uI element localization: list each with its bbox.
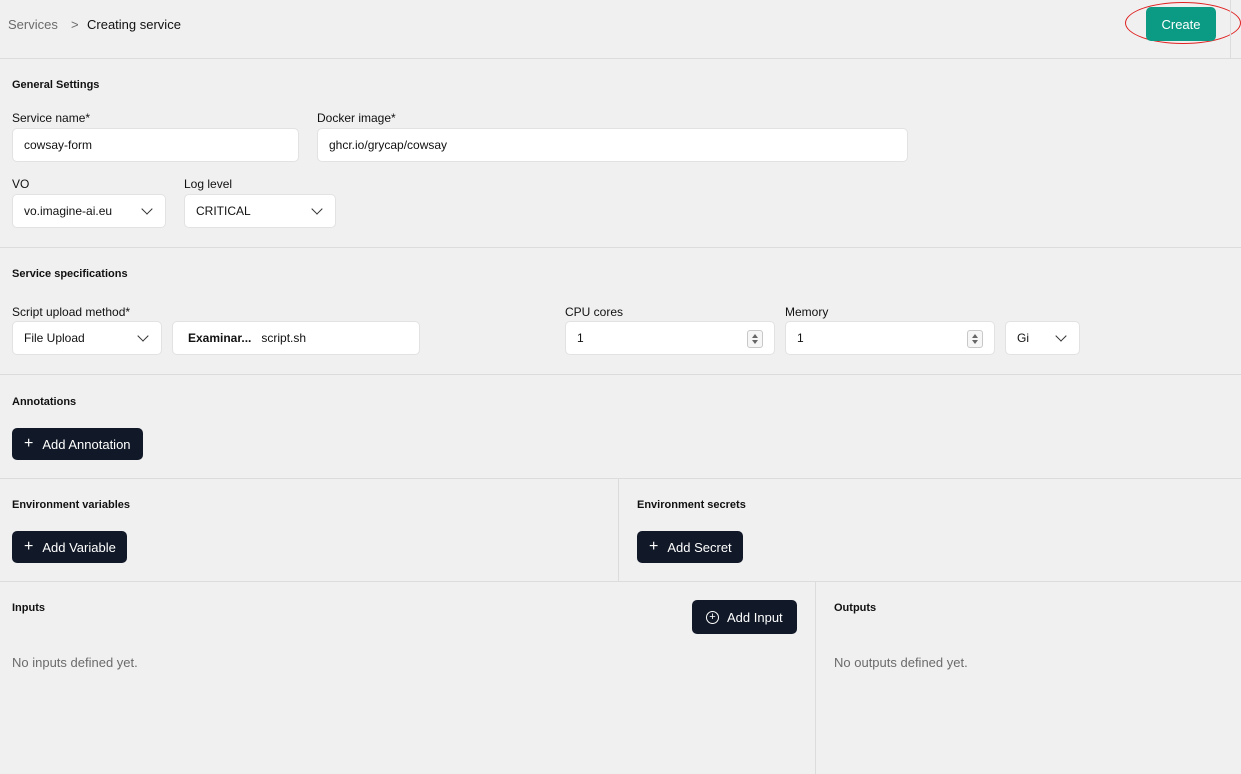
- env-secrets-title: Environment secrets: [637, 499, 746, 511]
- add-input-label: Add Input: [727, 609, 783, 625]
- cpu-cores-value: 1: [577, 331, 584, 345]
- general-settings-title: General Settings: [12, 79, 100, 91]
- plus-icon: +: [24, 435, 34, 452]
- docker-image-input[interactable]: ghcr.io/grycap/cowsay: [317, 128, 908, 162]
- section-divider: [0, 374, 1241, 375]
- add-annotation-label: Add Annotation: [42, 436, 131, 452]
- vo-value: vo.imagine-ai.eu: [24, 204, 113, 218]
- script-method-value: File Upload: [24, 331, 85, 345]
- plus-icon: +: [649, 538, 659, 555]
- env-divider: [618, 479, 619, 581]
- cpu-cores-label: CPU cores: [565, 305, 624, 319]
- inputs-title: Inputs: [12, 602, 45, 614]
- inputs-empty-text: No inputs defined yet.: [12, 655, 138, 670]
- plus-circle-icon: +: [706, 610, 719, 624]
- service-name-input[interactable]: cowsay-form: [12, 128, 299, 162]
- vo-label: VO: [12, 177, 30, 191]
- script-method-select[interactable]: File Upload: [12, 321, 162, 355]
- breadcrumb-services-link[interactable]: Services: [8, 17, 58, 32]
- chevron-down-icon: [1055, 330, 1067, 342]
- plus-icon: +: [24, 538, 34, 555]
- outputs-title: Outputs: [834, 602, 877, 614]
- breadcrumb-separator: >: [71, 17, 79, 32]
- add-annotation-button[interactable]: + Add Annotation: [12, 428, 143, 460]
- file-upload-input[interactable]: Examinar... script.sh: [172, 321, 420, 355]
- outputs-empty-text: No outputs defined yet.: [834, 655, 968, 670]
- file-name: script.sh: [261, 331, 307, 345]
- chevron-down-icon: [141, 203, 153, 215]
- cpu-cores-input[interactable]: 1: [565, 321, 775, 355]
- vo-select[interactable]: vo.imagine-ai.eu: [12, 194, 166, 228]
- memory-input[interactable]: 1: [785, 321, 995, 355]
- docker-image-value: ghcr.io/grycap/cowsay: [329, 138, 448, 152]
- add-secret-label: Add Secret: [667, 539, 732, 555]
- memory-unit-select[interactable]: Gi: [1005, 321, 1080, 355]
- create-button[interactable]: Create: [1146, 7, 1216, 41]
- log-level-select[interactable]: CRITICAL: [184, 194, 336, 228]
- browse-button[interactable]: Examinar...: [188, 331, 251, 345]
- section-divider: [0, 247, 1241, 248]
- memory-stepper-icon[interactable]: [967, 330, 983, 348]
- log-level-label: Log level: [184, 177, 233, 191]
- add-secret-button[interactable]: + Add Secret: [637, 531, 743, 563]
- service-name-value: cowsay-form: [24, 138, 93, 152]
- script-method-label: Script upload method*: [12, 305, 131, 319]
- add-variable-label: Add Variable: [42, 539, 116, 555]
- chevron-down-icon: [137, 330, 149, 342]
- log-level-value: CRITICAL: [196, 204, 251, 218]
- memory-label: Memory: [785, 305, 829, 319]
- section-divider: [0, 478, 1241, 479]
- add-variable-button[interactable]: + Add Variable: [12, 531, 127, 563]
- cpu-stepper-icon[interactable]: [747, 330, 763, 348]
- env-variables-title: Environment variables: [12, 499, 130, 511]
- service-name-label: Service name*: [12, 111, 91, 125]
- io-divider: [815, 582, 816, 774]
- add-input-button[interactable]: + Add Input: [692, 600, 797, 634]
- service-specs-title: Service specifications: [12, 268, 128, 280]
- annotations-title: Annotations: [12, 396, 77, 408]
- page-header: Services > Creating service Create: [0, 0, 1241, 59]
- section-divider: [0, 581, 1241, 582]
- chevron-down-icon: [311, 203, 323, 215]
- memory-unit-value: Gi: [1017, 331, 1029, 345]
- header-divider: [1230, 0, 1231, 59]
- docker-image-label: Docker image*: [317, 111, 396, 125]
- memory-value: 1: [797, 331, 804, 345]
- breadcrumb-current: Creating service: [87, 17, 181, 32]
